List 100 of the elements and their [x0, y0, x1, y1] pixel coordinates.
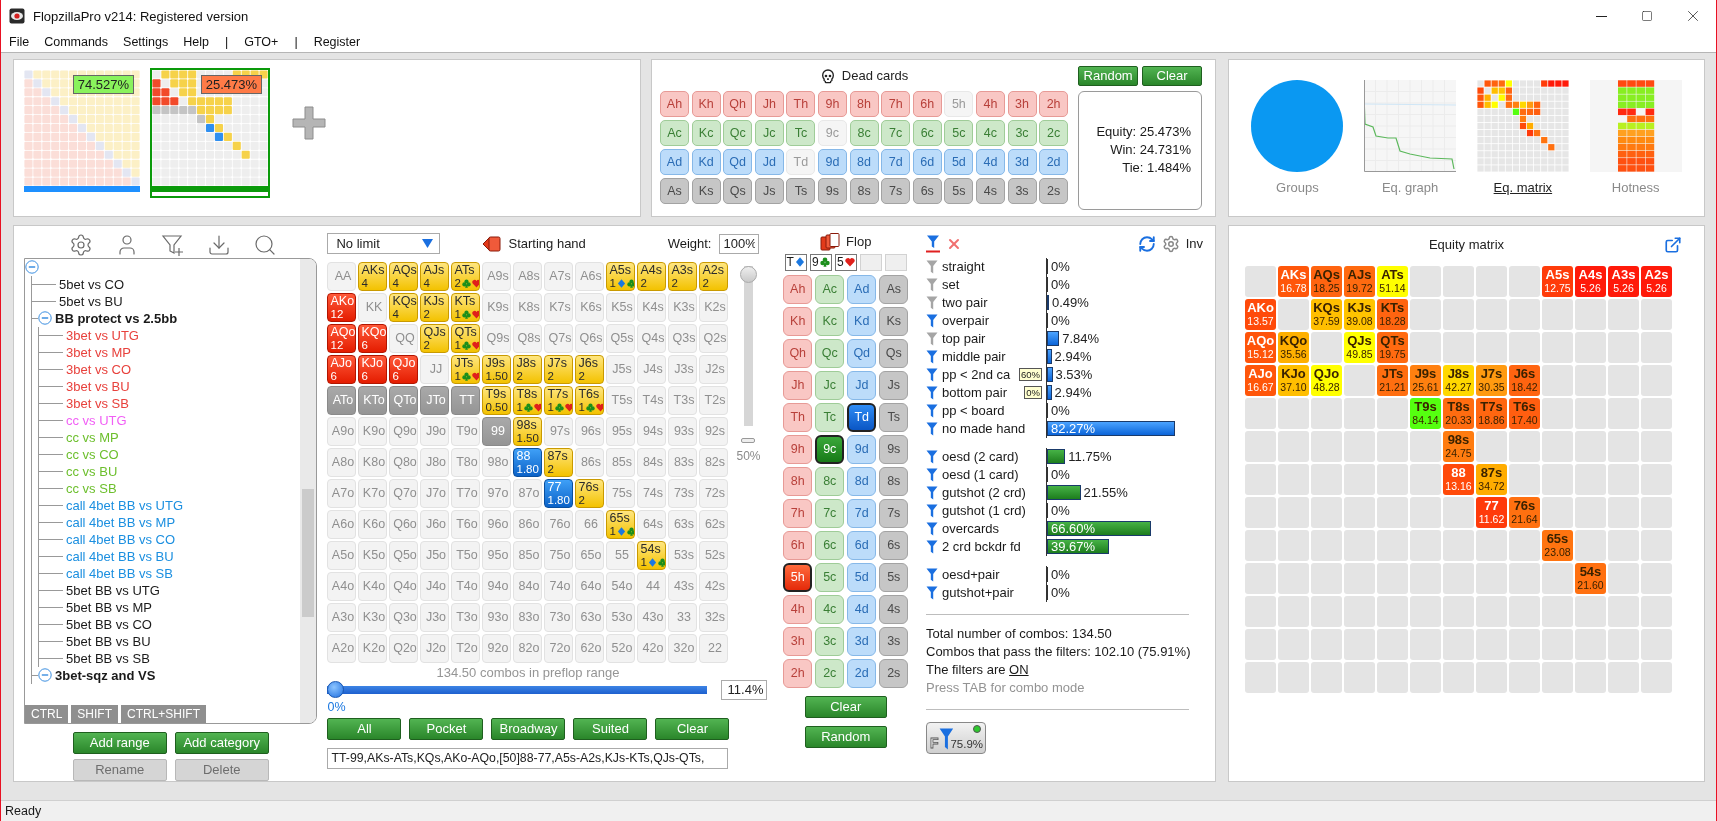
hand-cell[interactable]: JJ — [420, 354, 450, 384]
add-player-button[interactable] — [292, 105, 326, 140]
hand-cell[interactable]: K7s — [544, 292, 574, 322]
hand-cell[interactable]: 65o — [575, 540, 605, 570]
dead-card[interactable]: Ad — [660, 148, 689, 175]
hand-cell[interactable]: 97s — [544, 416, 574, 446]
hand-cell[interactable]: QJo 6 — [389, 354, 419, 384]
hand-cell[interactable]: KJo 6 — [358, 354, 388, 384]
hand-cell[interactable]: Q4s — [637, 323, 667, 353]
flop-card[interactable]: 5c — [815, 562, 845, 592]
hand-cell[interactable]: 64o — [575, 571, 605, 601]
hand-cell[interactable]: J5o — [420, 540, 450, 570]
dead-card[interactable]: 7s — [881, 177, 911, 204]
hand-cell[interactable]: J7s 2 — [544, 354, 574, 384]
range-item[interactable]: 5bet BB vs BU — [66, 633, 151, 649]
flop-card[interactable]: Kc — [815, 306, 845, 336]
hand-cell[interactable]: 95o — [482, 540, 512, 570]
percent-field[interactable]: 11.4% — [721, 679, 768, 700]
hand-cell[interactable]: K9s — [482, 292, 512, 322]
dead-card[interactable]: 8d — [849, 148, 879, 175]
flop-card[interactable]: 6s — [879, 530, 909, 560]
range-button[interactable]: All — [327, 717, 402, 740]
hand-cell[interactable]: A4s 2 — [637, 261, 667, 291]
dead-card[interactable]: Ts — [786, 177, 816, 204]
flop-card[interactable]: Kd — [847, 306, 877, 336]
hand-cell[interactable]: KQs 4 — [389, 292, 419, 322]
hand-cell[interactable]: 84o — [513, 571, 543, 601]
flop-card[interactable]: 3d — [847, 626, 877, 656]
flop-card[interactable]: Qh — [783, 338, 813, 368]
flop-card[interactable]: Ah — [783, 274, 813, 304]
hand-cell[interactable]: 54o — [606, 571, 636, 601]
hand-cell[interactable]: 99 — [482, 416, 512, 446]
range-item[interactable]: cc vs SB — [66, 480, 117, 496]
hand-cell[interactable]: 75s — [606, 478, 636, 508]
hand-cell[interactable]: 83o — [513, 602, 543, 632]
hand-cell[interactable]: K5s — [606, 292, 636, 322]
hand-cell[interactable]: 53o — [606, 602, 636, 632]
hand-cell[interactable]: Q2o — [389, 633, 419, 663]
hand-cell[interactable]: T7s 1 — [544, 385, 574, 415]
dead-card[interactable]: Kh — [691, 90, 721, 117]
hand-cell[interactable]: J8s 2 — [513, 354, 543, 384]
filter-icon[interactable] — [926, 349, 939, 364]
hand-cell[interactable]: 98o — [482, 447, 512, 477]
filter-icon[interactable] — [926, 295, 939, 310]
hand-cell[interactable]: AQo 12 — [327, 323, 357, 353]
invert-toggle[interactable]: Inv — [1185, 236, 1203, 251]
dead-card[interactable]: 3c — [1007, 119, 1037, 146]
hand-cell[interactable]: 82o — [513, 633, 543, 663]
flop-card[interactable]: Qc — [815, 338, 845, 368]
collapse-icon[interactable] — [38, 668, 52, 682]
hand-cell[interactable]: KTs 1 — [451, 292, 481, 322]
flop-card[interactable]: 2h — [783, 658, 813, 688]
filter-icon[interactable] — [926, 421, 939, 436]
filter-label[interactable]: overpair — [942, 313, 989, 328]
flop-card[interactable]: 4d — [847, 594, 877, 624]
hand-cell[interactable]: T5o — [451, 540, 481, 570]
flop-card[interactable]: 3h — [783, 626, 813, 656]
filter-label[interactable]: set — [942, 277, 960, 292]
range-item[interactable]: 5bet BB vs SB — [66, 650, 150, 666]
range-item[interactable]: 5bet BB vs UTG — [66, 582, 160, 598]
hand-cell[interactable]: 98s 1.50 — [513, 416, 543, 446]
hand-cell[interactable]: 52s — [699, 540, 729, 570]
category-label[interactable]: BB protect vs 2.5bb — [55, 310, 178, 326]
hand-cell[interactable]: A5s 1 — [606, 261, 636, 291]
filter-icon[interactable] — [926, 585, 939, 600]
tree-button[interactable]: Add category — [174, 731, 269, 754]
flop-card[interactable]: 4c — [815, 594, 845, 624]
dead-card[interactable]: 8c — [849, 119, 879, 146]
flop-card[interactable]: 4s — [879, 594, 909, 624]
flop-card[interactable]: 5h — [783, 562, 813, 592]
hand-cell[interactable]: J6o — [420, 509, 450, 539]
hand-cell[interactable]: K2s — [699, 292, 729, 322]
hand-cell[interactable]: QTo — [389, 385, 419, 415]
hand-cell[interactable]: A9o — [327, 416, 357, 446]
hand-cell[interactable]: Q7o — [389, 478, 419, 508]
dead-card[interactable]: 6d — [912, 148, 942, 175]
flop-card[interactable]: 7d — [847, 498, 877, 528]
hand-cell[interactable]: T4o — [451, 571, 481, 601]
view-tab[interactable]: Hotness — [1611, 180, 1660, 195]
hand-cell[interactable]: 63o — [575, 602, 605, 632]
pie-chart-thumbnail[interactable] — [1251, 80, 1344, 172]
filter-label[interactable]: pp < 2nd ca — [942, 367, 1011, 382]
menu-item[interactable]: GTO+ — [244, 34, 279, 49]
filter-icon[interactable] — [926, 234, 940, 253]
dead-card[interactable]: 9d — [817, 148, 847, 175]
filter-add-icon[interactable] — [160, 232, 185, 257]
menu-item[interactable]: Help — [183, 34, 209, 49]
flop-card[interactable]: Tc — [815, 402, 845, 432]
hand-cell[interactable]: T8o — [451, 447, 481, 477]
hand-cell[interactable]: T6s 1 — [575, 385, 605, 415]
hand-cell[interactable]: 62s — [699, 509, 729, 539]
flop-card[interactable]: As — [879, 274, 909, 304]
hand-cell[interactable]: T5s — [606, 385, 636, 415]
dead-card[interactable]: 4s — [975, 177, 1005, 204]
hand-cell[interactable]: 87o — [513, 478, 543, 508]
filter-label[interactable]: no made hand — [942, 421, 1026, 436]
hand-cell[interactable]: J3s — [668, 354, 698, 384]
hand-cell[interactable]: T2o — [451, 633, 481, 663]
flop-card[interactable]: 9d — [847, 434, 877, 464]
dead-card[interactable]: 6s — [912, 177, 942, 204]
